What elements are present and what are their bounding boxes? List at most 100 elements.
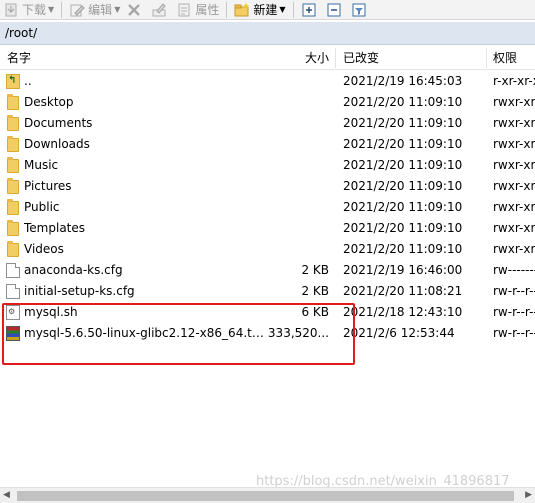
highlight-box <box>2 303 355 365</box>
column-divider[interactable] <box>486 48 487 68</box>
file-permissions: rwxr-xr-x <box>493 179 535 193</box>
file-size: 2 KB <box>301 263 329 277</box>
folder-icon <box>7 115 19 131</box>
horizontal-scrollbar[interactable]: ◀ ▶ <box>0 487 535 503</box>
file-row[interactable]: initial-setup-ks.cfg 2 KB 2021/2/20 11:0… <box>0 281 535 302</box>
file-row[interactable]: Documents 2021/2/20 11:09:10 rwxr-xr-x <box>0 113 535 134</box>
edit-icon <box>69 2 85 18</box>
folder-icon <box>7 220 19 236</box>
new-label: 新建 <box>253 3 278 17</box>
file-size: 2 KB <box>301 284 329 298</box>
file-name: Downloads <box>24 137 90 151</box>
file-date: 2021/2/20 11:09:10 <box>343 200 463 214</box>
toolbar: 下载 ▼ 编辑 ▼ 属性 新建 ▼ <box>0 0 535 20</box>
file-row[interactable]: Public 2021/2/20 11:09:10 rwxr-xr-x <box>0 197 535 218</box>
folder-icon <box>7 199 19 215</box>
file-row[interactable]: Templates 2021/2/20 11:09:10 rwxr-xr-x <box>0 218 535 239</box>
file-date: 2021/2/19 16:46:00 <box>343 263 463 277</box>
file-permissions: r-xr-xr-x <box>493 74 535 88</box>
chevron-down-icon: ▼ <box>279 5 286 14</box>
file-date: 2021/2/20 11:09:10 <box>343 95 463 109</box>
file-row[interactable]: Downloads 2021/2/20 11:09:10 rwxr-xr-x <box>0 134 535 155</box>
file-date: 2021/2/20 11:08:21 <box>343 284 463 298</box>
file-date: 2021/2/18 12:43:10 <box>343 305 463 319</box>
scroll-left-icon[interactable]: ◀ <box>3 490 10 500</box>
rename-button[interactable] <box>148 0 173 20</box>
file-permissions: rwxr-xr-x <box>493 116 535 130</box>
file-name: Templates <box>24 221 86 235</box>
file-icon <box>6 263 20 278</box>
file-date: 2021/2/20 11:09:10 <box>343 179 463 193</box>
file-permissions: rwxr-xr-x <box>493 200 535 214</box>
edit-label: 编辑 <box>88 3 113 17</box>
file-permissions: rwxr-xr-x <box>493 158 535 172</box>
filter-icon <box>351 2 367 18</box>
column-permissions[interactable]: 权限 <box>493 46 517 70</box>
file-date: 2021/2/20 11:09:10 <box>343 137 463 151</box>
file-date: 2021/2/20 11:09:10 <box>343 158 463 172</box>
file-permissions: rw-r--r-- <box>493 305 535 319</box>
up-folder-icon: ↰ <box>6 74 20 89</box>
column-size[interactable]: 大小 <box>305 46 329 70</box>
column-name[interactable]: 名字 <box>7 46 31 70</box>
download-icon <box>3 2 19 18</box>
file-name: anaconda-ks.cfg <box>24 263 123 277</box>
file-permissions: rwxr-xr-x <box>493 95 535 109</box>
folder-icon <box>7 178 19 194</box>
file-name: initial-setup-ks.cfg <box>24 284 135 298</box>
file-name: .. <box>24 74 32 88</box>
file-row[interactable]: Pictures 2021/2/20 11:09:10 rwxr-xr-x <box>0 176 535 197</box>
file-date: 2021/2/19 16:45:03 <box>343 74 463 88</box>
file-date: 2021/2/20 11:09:10 <box>343 116 463 130</box>
file-name: Documents <box>24 116 93 130</box>
column-modified[interactable]: 已改变 <box>343 46 379 70</box>
file-name: Public <box>24 200 60 214</box>
rename-icon <box>151 2 167 18</box>
file-date: 2021/2/20 11:09:10 <box>343 221 463 235</box>
file-date: 2021/2/20 11:09:10 <box>343 242 463 256</box>
file-permissions: rwxr-xr-x <box>493 137 535 151</box>
expand-all-button[interactable] <box>298 0 323 20</box>
file-permissions: rwxr-xr-x <box>493 221 535 235</box>
toolbar-divider <box>292 1 294 18</box>
plus-box-icon <box>301 2 317 18</box>
folder-icon <box>7 94 19 110</box>
properties-label: 属性 <box>195 3 220 17</box>
column-header: 名字 大小 已改变 权限 <box>0 46 535 70</box>
file-icon <box>6 284 20 299</box>
file-name: Pictures <box>24 179 72 193</box>
minus-box-icon <box>326 2 342 18</box>
collapse-all-button[interactable] <box>323 0 348 20</box>
chevron-down-icon: ▼ <box>114 5 121 14</box>
edit-button[interactable]: 编辑 ▼ <box>66 0 123 20</box>
scroll-right-icon[interactable]: ▶ <box>525 490 532 500</box>
properties-icon <box>176 2 192 18</box>
column-divider[interactable] <box>335 48 336 68</box>
file-date: 2021/2/6 12:53:44 <box>343 326 455 340</box>
file-row[interactable]: Videos 2021/2/20 11:09:10 rwxr-xr-x <box>0 239 535 260</box>
file-permissions: rwxr-xr-x <box>493 242 535 256</box>
new-button[interactable]: 新建 ▼ <box>231 0 288 20</box>
file-row[interactable]: Desktop 2021/2/20 11:09:10 rwxr-xr-x <box>0 92 535 113</box>
download-label: 下载 <box>22 3 47 17</box>
folder-icon <box>7 136 19 152</box>
current-path: /root/ <box>5 26 38 40</box>
folder-icon <box>7 241 19 257</box>
delete-button[interactable] <box>123 0 148 20</box>
file-name: Desktop <box>24 95 74 109</box>
file-permissions: rw-r--r-- <box>493 284 535 298</box>
properties-button[interactable]: 属性 <box>173 0 222 20</box>
file-permissions: rw------- <box>493 263 535 277</box>
delete-icon <box>126 2 142 18</box>
file-row[interactable]: Music 2021/2/20 11:09:10 rwxr-xr-x <box>0 155 535 176</box>
toolbar-divider <box>226 1 228 18</box>
file-row[interactable]: anaconda-ks.cfg 2 KB 2021/2/19 16:46:00 … <box>0 260 535 281</box>
filter-button[interactable] <box>348 0 373 20</box>
path-bar[interactable]: /root/ <box>0 22 535 45</box>
file-permissions: rw-r--r-- <box>493 326 535 340</box>
file-row[interactable]: ↰ .. 2021/2/19 16:45:03 r-xr-xr-x <box>0 71 535 92</box>
new-folder-icon <box>234 2 250 18</box>
download-button[interactable]: 下载 ▼ <box>0 0 57 20</box>
scrollbar-thumb[interactable] <box>17 491 514 501</box>
toolbar-divider <box>61 1 63 18</box>
